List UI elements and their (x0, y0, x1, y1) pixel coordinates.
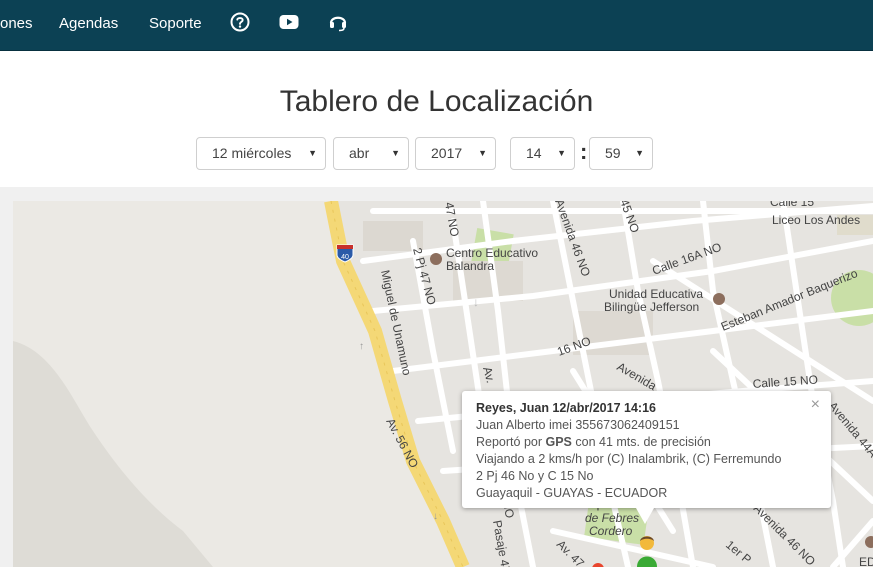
nav-link-soporte[interactable]: Soporte (149, 15, 202, 32)
direction-arrow-icon: ↓ (473, 295, 479, 309)
direction-arrow-icon: ↓ (433, 511, 438, 522)
youtube-icon[interactable] (278, 11, 300, 33)
hour-select[interactable]: 14 ▼ (510, 137, 575, 170)
info-report-prefix: Reportó por (476, 435, 546, 449)
time-separator: : (580, 139, 588, 164)
chevron-down-icon: ▼ (308, 148, 317, 158)
hour-select-value: 14 (526, 145, 542, 161)
map-label: Unidad Educativa (609, 287, 703, 301)
info-report-method: GPS (545, 435, 572, 449)
chevron-down-icon: ▼ (478, 148, 487, 158)
year-select-value: 2017 (431, 145, 463, 161)
map-label: Liceo Los Andes (772, 213, 860, 227)
close-icon[interactable]: × (811, 396, 820, 413)
location-map[interactable]: 40 Centro Educativo Balandra Unidad Educ… (13, 201, 873, 567)
map-label: Cordero (589, 524, 633, 538)
month-select-value: abr (349, 145, 370, 161)
minute-select-value: 59 (605, 145, 621, 161)
month-select[interactable]: abr ▼ (333, 137, 409, 170)
nav-link-partial[interactable]: ones (0, 15, 33, 32)
map-label: de Febres (585, 511, 639, 525)
info-report: Reportó por GPS con 41 mts. de precisión (476, 434, 817, 451)
info-travel: Viajando a 2 kms/h por (C) Inalambrik, (… (476, 452, 782, 466)
nav-link-agendas[interactable]: Agendas (59, 15, 118, 32)
top-navbar: ones Agendas Soporte (0, 0, 873, 51)
minute-select[interactable]: 59 ▼ (589, 137, 653, 170)
chevron-down-icon: ▼ (391, 148, 400, 158)
info-address: 2 Pj 46 No y C 15 No (476, 469, 594, 483)
chevron-down-icon: ▼ (557, 148, 566, 158)
direction-arrow-icon: ↑ (359, 341, 364, 352)
chevron-down-icon: ▼ (635, 148, 644, 158)
map-canvas[interactable]: 40 Centro Educativo Balandra Unidad Educ… (13, 201, 873, 567)
map-label: Balandra (446, 259, 494, 273)
day-select[interactable]: 12 miércoles ▼ (196, 137, 326, 170)
day-select-value: 12 miércoles (212, 145, 292, 161)
map-label: Calle 15 (770, 201, 814, 209)
page-title: Tablero de Localización (279, 85, 594, 118)
map-label: ED (859, 555, 873, 567)
highway-shield-icon: 40 (336, 244, 354, 263)
info-imei: Juan Alberto imei 355673062409151 (476, 418, 680, 432)
map-label: Centro Educativo (446, 246, 538, 260)
info-pointer (636, 508, 654, 524)
help-circle-icon[interactable] (229, 11, 251, 33)
info-report-suffix: con 41 mts. de precisión (571, 435, 711, 449)
location-info-window: Reyes, Juan 12/abr/2017 14:16 Juan Alber… (462, 391, 831, 524)
info-city: Guayaquil - GUAYAS - ECUADOR (476, 486, 668, 500)
headset-icon[interactable] (327, 11, 349, 33)
year-select[interactable]: 2017 ▼ (415, 137, 496, 170)
info-title: Reyes, Juan 12/abr/2017 14:16 (476, 401, 656, 415)
map-label: Bilingüe Jefferson (604, 300, 699, 314)
svg-text:40: 40 (341, 254, 349, 261)
dashboard-header: Tablero de Localización 12 miércoles ▼ a… (0, 51, 873, 187)
